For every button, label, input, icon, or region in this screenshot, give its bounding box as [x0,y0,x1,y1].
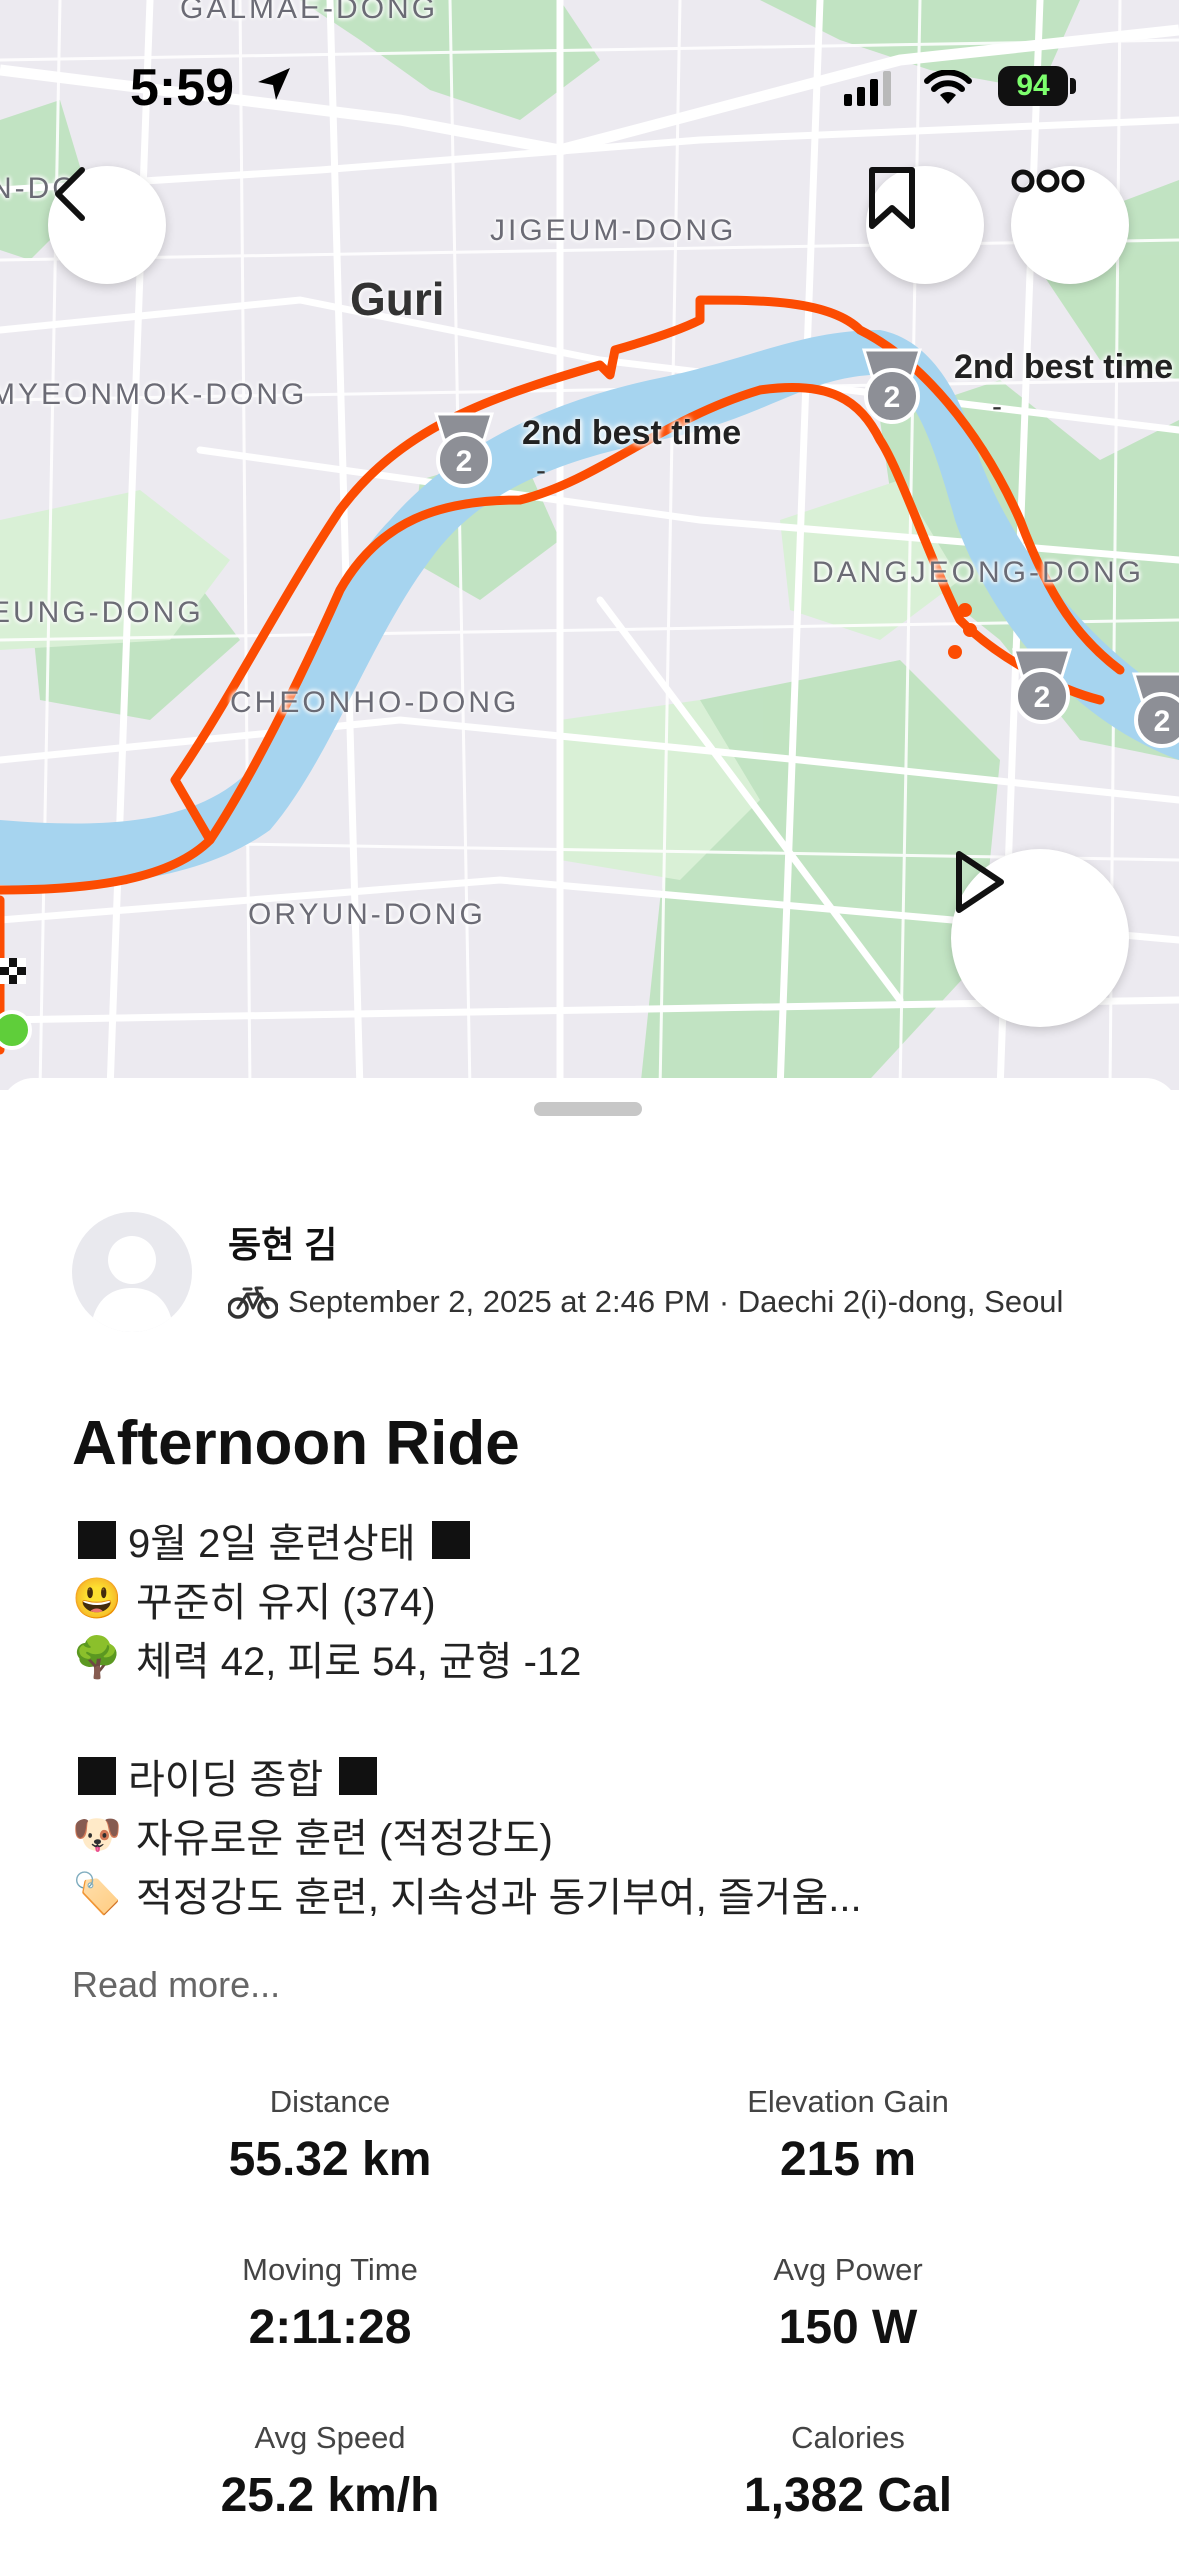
stat-elevation-gain: Elevation Gain 215 m [588,2084,1108,2187]
default-avatar-icon [90,1236,174,1332]
segment-dash: - [536,454,546,487]
wifi-icon [924,70,972,104]
segment-medal-icon[interactable]: 2 [1126,670,1179,754]
flyby-play-button[interactable] [951,849,1129,1027]
segment-medal-icon[interactable]: 2 [428,410,500,494]
stat-value: 150 W [778,2301,918,2354]
map-label-oryun: ORYUN-DONG [248,898,486,931]
black-square-icon [431,1520,470,1559]
activity-meta: September 2, 2025 at 2:46 PM · Daechi 2(… [228,1284,1063,1320]
description-text: 꾸준히 유지 (374) [136,1580,436,1625]
signal-icon [844,71,891,106]
stat-calories: Calories 1,382 Cal [588,2420,1108,2523]
athlete-name[interactable]: 동현 김 [228,1216,337,1268]
description-line: 😃 꾸준히 유지 (374) [72,1569,1112,1628]
description-text: 라이딩 종합 [128,1757,324,1802]
dog-emoji-icon: 🐶 [72,1813,122,1857]
description-line: 🏷️ 적정강도 훈련, 지속성과 동기부여, 즐거움... [72,1864,1112,1923]
location-arrow-icon [258,68,290,100]
segment-dash: - [992,390,1002,423]
segment-medal-icon[interactable]: 2 [1006,646,1078,730]
medal-rank: 2 [1034,681,1051,714]
tree-emoji-icon: 🌳 [72,1636,122,1680]
stat-label: Avg Speed [254,2420,406,2455]
description-line: 🐶 자유로운 훈련 (적정강도) [72,1805,1112,1864]
black-square-icon [78,1756,116,1795]
stat-label: Elevation Gain [747,2084,949,2119]
status-time: 5:59 [130,59,235,117]
label-tag-emoji-icon: 🏷️ [72,1872,122,1916]
smiley-emoji-icon: 😃 [72,1577,122,1621]
medal-rank: 2 [456,445,473,478]
battery-tip [1070,78,1076,94]
battery-indicator: 94 [998,66,1068,106]
map-label-eung: EUNG-DONG [0,596,204,629]
segment-label: 2nd best time [522,414,742,452]
description-line: 🌳 체력 42, 피로 54, 균형 -12 [72,1628,1112,1687]
stat-moving-time: Moving Time 2:11:28 [70,2252,590,2355]
segment-medal-icon[interactable]: 2 [856,346,928,430]
stat-value: 1,382 Cal [743,2469,953,2522]
stat-avg-speed: Avg Speed 25.2 km/h [70,2420,590,2523]
bike-icon [228,1286,278,1319]
route-map[interactable]: GALMAE-DONG N-DO JIGEUM-DONG Guri MYEONM… [0,0,1179,1090]
map-label-jigeum: JIGEUM-DONG [490,214,737,247]
segment-label: 2nd best time [954,348,1174,386]
activity-title: Afternoon Ride [72,1409,520,1478]
stat-value: 2:11:28 [248,2301,412,2354]
activity-date-location: September 2, 2025 at 2:46 PM · Daechi 2(… [288,1284,1064,1319]
description-text: 적정강도 훈련, 지속성과 동기부여, 즐거움... [136,1875,862,1920]
more-options-button[interactable] [1011,166,1129,284]
stat-value: 215 m [779,2133,917,2186]
stat-distance: Distance 55.32 km [70,2084,590,2187]
map-label-myeonmok: MYEONMOK-DONG [0,378,308,411]
read-more-link[interactable]: Read more... [72,1964,280,2006]
black-square-icon [339,1756,378,1795]
more-dots-icon [1011,169,1085,193]
stat-value: 55.32 km [228,2133,432,2186]
bookmark-icon [869,167,915,229]
stat-label: Calories [791,2420,905,2455]
stat-value: 25.2 km/h [220,2469,440,2522]
stat-label: Moving Time [242,2252,418,2287]
play-icon [956,851,1004,913]
description-line: 라이딩 종합 [72,1746,1112,1805]
stat-label: Distance [269,2084,391,2119]
black-square-icon [78,1520,116,1559]
map-label-cheonho: CHEONHO-DONG [230,686,520,719]
stat-label: Avg Power [773,2252,923,2287]
map-label-galmae: GALMAE-DONG [180,0,439,25]
medal-rank: 2 [884,381,901,414]
stat-avg-power: Avg Power 150 W [588,2252,1108,2355]
activity-sheet[interactable]: 동현 김 September 2, 2025 at 2:46 PM · Daec… [0,1078,1179,2556]
description-blank [72,1687,1112,1746]
avatar[interactable] [72,1212,192,1332]
medal-rank: 2 [1154,705,1171,738]
map-label-dangjeong: DANGJEONG-DONG [812,556,1145,589]
map-label-guri: Guri [350,273,445,325]
back-button[interactable] [48,166,166,284]
activity-description: 9월 2일 훈련상태 😃 꾸준히 유지 (374) 🌳 체력 42, 피로 54… [72,1510,1112,1923]
save-route-button[interactable] [866,166,984,284]
description-text: 체력 42, 피로 54, 균형 -12 [136,1639,582,1684]
chevron-left-icon [55,167,85,221]
description-text: 자유로운 훈련 (적정강도) [136,1816,553,1861]
description-text: 9월 2일 훈련상태 [128,1521,416,1566]
sheet-grabber[interactable] [534,1102,642,1116]
description-line: 9월 2일 훈련상태 [72,1510,1112,1569]
